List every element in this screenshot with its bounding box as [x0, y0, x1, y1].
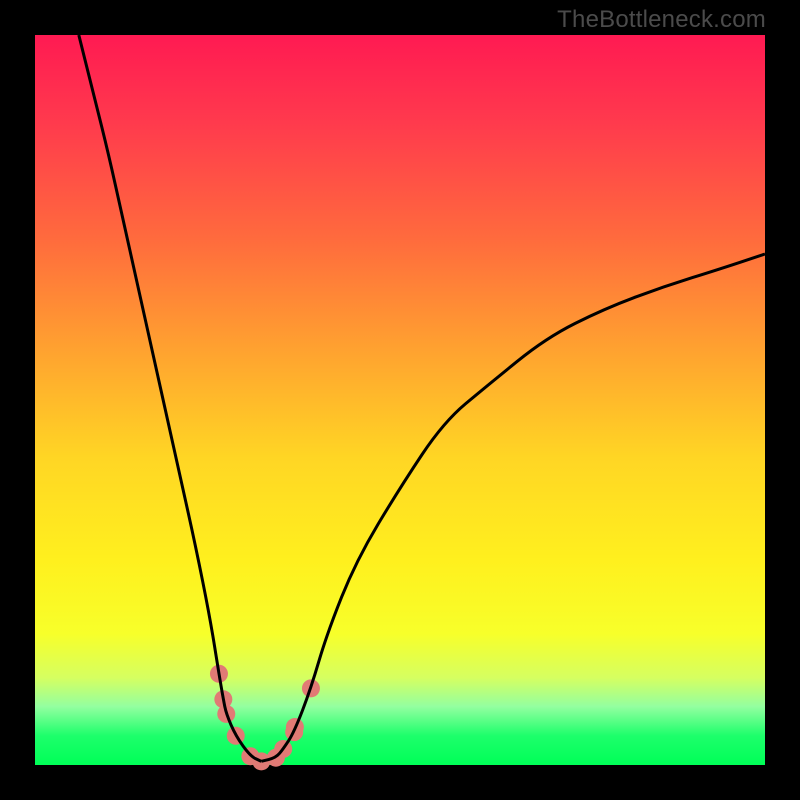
left-curve [79, 35, 261, 761]
outer-frame: TheBottleneck.com [0, 0, 800, 800]
watermark-text: TheBottleneck.com [557, 6, 766, 34]
right-curve [261, 254, 765, 761]
marker-cluster [210, 665, 320, 771]
curves-layer [0, 0, 800, 800]
